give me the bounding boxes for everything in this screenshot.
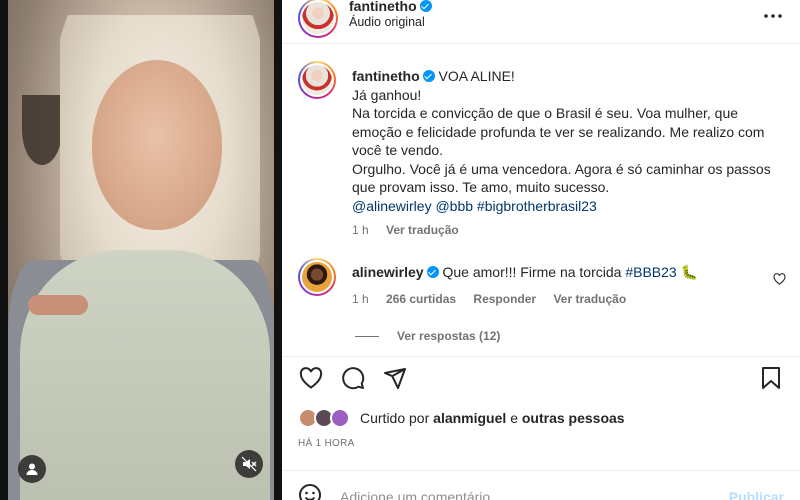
emoji-picker-button[interactable] <box>298 483 322 500</box>
verified-badge-icon <box>426 266 439 278</box>
verified-badge-icon <box>422 70 435 82</box>
heart-icon <box>773 273 786 285</box>
comment-text: alinewirley Que amor!!! Firme na torcida… <box>352 264 752 281</box>
tagged-users-button[interactable] <box>18 455 46 483</box>
media-frame-right <box>274 0 282 500</box>
caption-username[interactable]: fantinetho <box>352 68 420 84</box>
muted-speaker-icon <box>241 456 257 472</box>
more-options-icon[interactable] <box>764 2 782 23</box>
publish-button[interactable]: Publicar <box>729 489 784 500</box>
comment-translate-button[interactable]: Ver tradução <box>553 292 626 306</box>
caption-time[interactable]: 1 h <box>352 223 369 237</box>
action-bar <box>282 356 800 396</box>
caption-line-3: Orgulho. Você já é uma vencedora. Agora … <box>352 160 771 196</box>
bookmark-icon <box>762 367 780 389</box>
post-timestamp[interactable]: HÁ 1 HORA <box>298 438 355 449</box>
wall-decoration <box>22 95 62 165</box>
share-button[interactable] <box>382 365 408 391</box>
save-button[interactable] <box>758 365 784 391</box>
replies-divider <box>355 335 379 337</box>
user-icon <box>26 463 38 475</box>
verified-badge-icon <box>419 0 432 12</box>
view-replies-label[interactable]: Ver respostas (12) <box>397 329 500 343</box>
caption-avatar[interactable] <box>298 61 336 99</box>
heart-icon <box>299 367 323 389</box>
comment-bubble-icon <box>342 367 365 390</box>
comment-meta: 1 h 266 curtidas Responder Ver tradução <box>352 292 640 306</box>
caption-headline: VOA ALINE! <box>438 68 515 84</box>
liker-avatars[interactable] <box>298 408 354 428</box>
reply-button[interactable]: Responder <box>473 292 536 306</box>
post-details-panel: fantinetho Áudio original fantinetho VOA… <box>282 0 800 500</box>
comment-hashtag[interactable]: #BBB23 <box>625 264 676 280</box>
caption-translate-button[interactable]: Ver tradução <box>386 223 459 237</box>
media-frame-left <box>0 0 8 500</box>
comment-likes[interactable]: 266 curtidas <box>386 292 456 306</box>
media-subject-hand <box>28 295 88 315</box>
view-replies-button[interactable]: Ver respostas (12) <box>355 329 500 343</box>
commenter-username[interactable]: alinewirley <box>352 264 424 280</box>
liked-by-user[interactable]: alanmiguel <box>433 410 506 426</box>
liker-avatar-3 <box>330 408 350 428</box>
caption-text: fantinetho VOA ALINE! Já ganhou! Na torc… <box>352 67 772 215</box>
liked-by-row: Curtido por alanmiguel e outras pessoas <box>298 408 625 428</box>
author-username[interactable]: fantinetho <box>349 0 432 14</box>
audio-toggle-button[interactable] <box>235 450 263 478</box>
post-header: fantinetho Áudio original <box>282 0 800 44</box>
comment-button[interactable] <box>340 365 366 391</box>
liked-by-prefix: Curtido por <box>360 410 430 426</box>
smiley-icon <box>299 484 321 500</box>
post-media[interactable] <box>0 0 282 500</box>
liked-by-others[interactable]: outras pessoas <box>522 410 625 426</box>
caption-meta: 1 h Ver tradução <box>352 223 473 237</box>
comment-message: Que amor!!! Firme na torcida <box>442 264 622 280</box>
add-comment-bar: Adicione um comentário... Publicar <box>282 470 800 500</box>
comment-input[interactable]: Adicione um comentário... <box>340 489 502 500</box>
media-subject-shirt <box>20 250 270 500</box>
media-subject-face <box>92 60 222 230</box>
paper-plane-icon <box>384 368 406 389</box>
comment-time[interactable]: 1 h <box>352 292 369 306</box>
caption-line-1: Já ganhou! <box>352 86 422 103</box>
like-button[interactable] <box>298 365 324 391</box>
author-avatar[interactable] <box>298 0 338 38</box>
audio-label[interactable]: Áudio original <box>349 15 425 29</box>
comment-emoji: 🐛 <box>680 264 699 280</box>
commenter-avatar[interactable] <box>298 258 336 296</box>
liked-by-connector: e <box>510 410 518 426</box>
caption-line-2: Na torcida e convicção de que o Brasil é… <box>352 105 765 158</box>
like-comment-button[interactable] <box>773 272 786 290</box>
caption-tags[interactable]: @alinewirley @bbb #bigbrotherbrasil23 <box>352 197 772 216</box>
comments-section: fantinetho VOA ALINE! Já ganhou! Na torc… <box>282 45 800 345</box>
